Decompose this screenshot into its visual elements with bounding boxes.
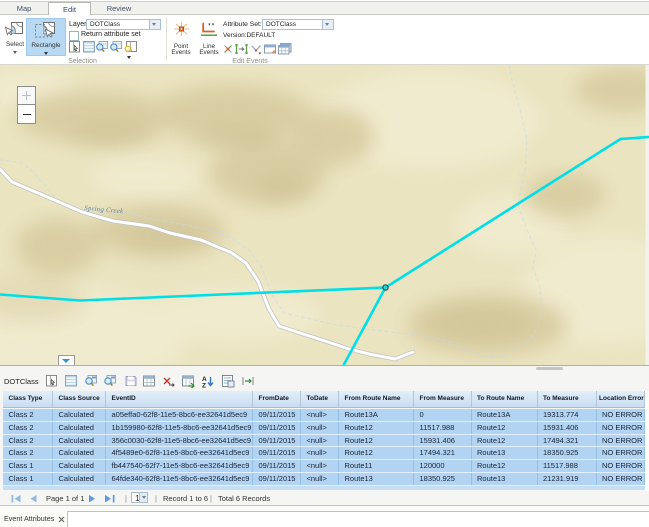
svg-text:Z: Z	[202, 383, 206, 389]
